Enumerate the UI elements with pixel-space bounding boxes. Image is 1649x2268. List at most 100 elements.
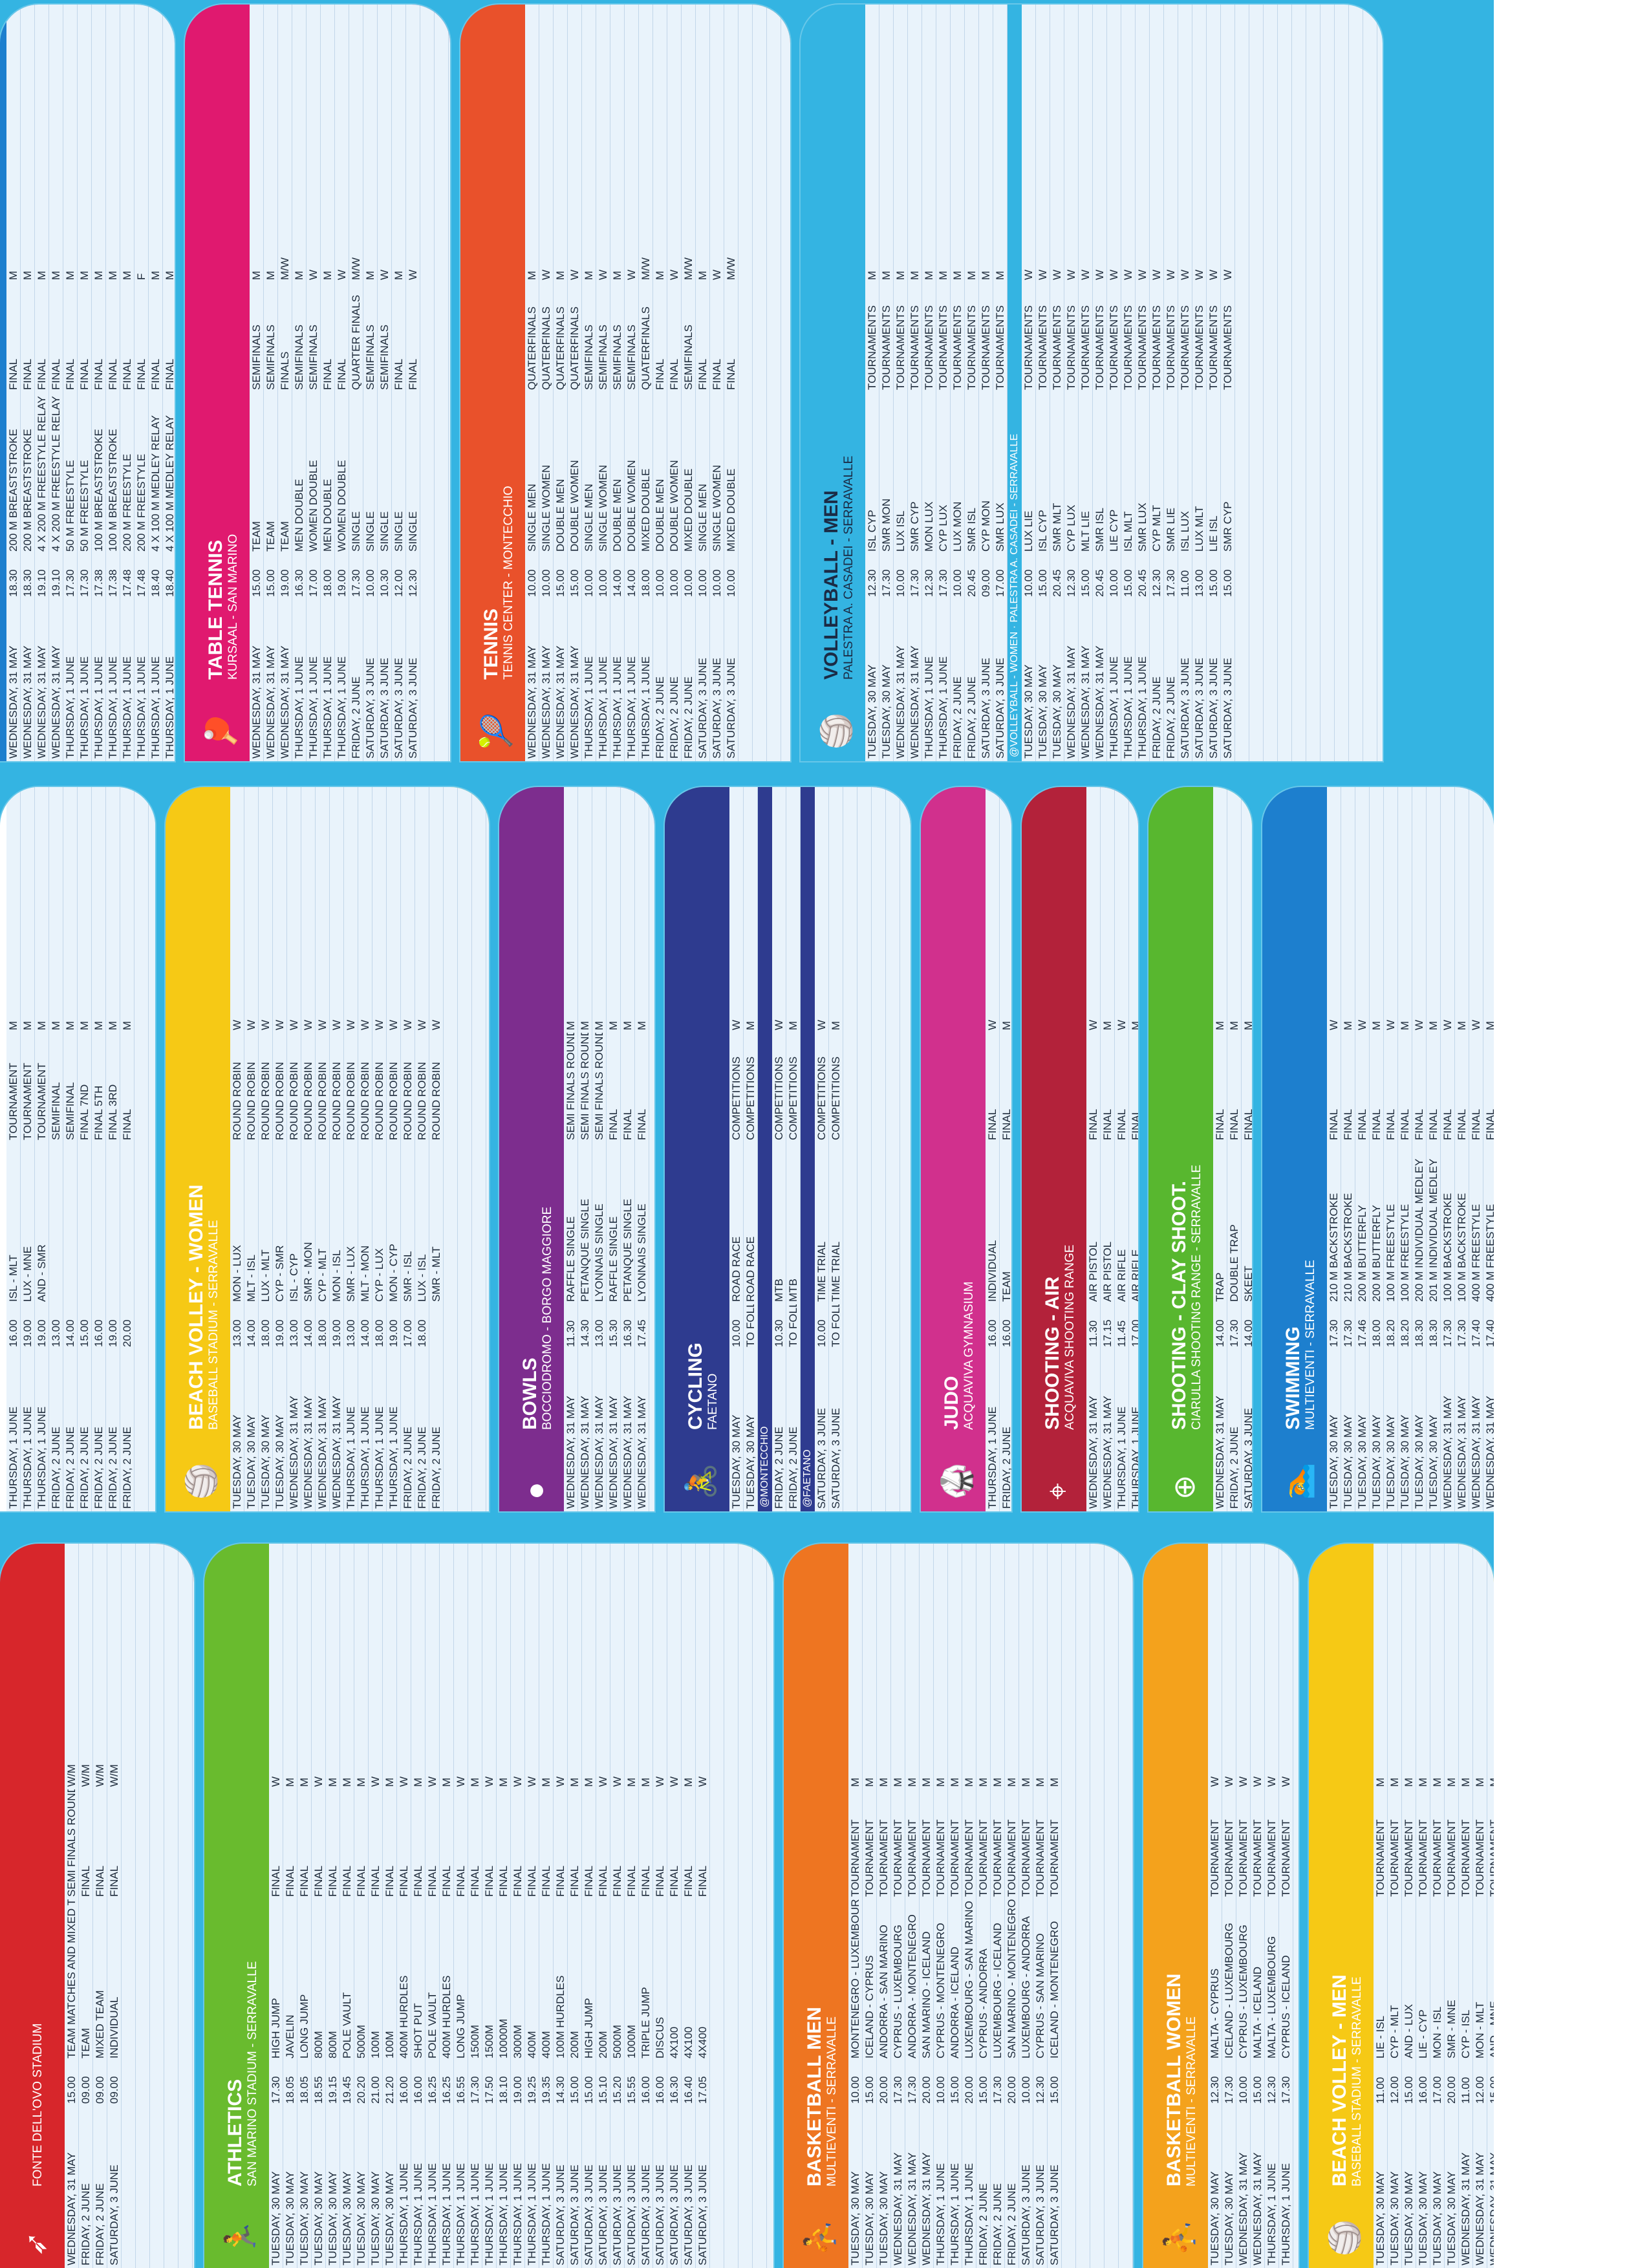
event-phase: FINAL — [108, 1865, 120, 1897]
event-date: TUESDAY, 30 MAY — [1374, 2171, 1386, 2266]
event-time: 15.00 — [977, 2076, 989, 2104]
event-time: 10.00 — [1020, 2076, 1032, 2104]
event-gender: M — [583, 1777, 595, 1787]
table-row: SATURDAY, 3 JUNE 10.00 TIME TRIAL COMPETITI… — [815, 787, 829, 1511]
event-gender: M — [830, 1021, 842, 1030]
event-name: CYPRUS - ANDORRA — [977, 1948, 989, 2058]
event-phase: TOURNAMENTS — [1150, 305, 1163, 390]
event-gender: M — [21, 270, 34, 280]
event-time: 17.30 — [1228, 1319, 1240, 1347]
event-date: WEDNESDAY, 31 MAY — [1488, 2152, 1494, 2265]
panel-venue: MULTIEVENTI - SERRAVALLE — [1185, 2016, 1198, 2187]
event-gender: M — [341, 1777, 353, 1787]
event-phase: FINAL — [341, 1865, 353, 1897]
table-row: SATURDAY, 3 JUNE 09.00 CYP MON TOURNAMENTS M — [979, 5, 993, 761]
event-name: 210 M BACKSTROKE — [1328, 1193, 1340, 1302]
event-phase: TOURNAMENTS — [909, 305, 921, 390]
panel-venue: BASEBALL STADIUM - SERRAVALLE — [207, 1220, 221, 1430]
event-time: 17.05 — [696, 2076, 709, 2104]
event-time: 17.30 — [1280, 2076, 1292, 2104]
event-time: 16.30 — [668, 2076, 680, 2104]
table-row: THURSDAY, 1 JUNE 10.00 SINGLE WOMEN SEMIFIN… — [596, 5, 610, 761]
table-row: TUESDAY, 30 MAY 18.30 200 M INDIVIDUAL MED… — [1412, 787, 1427, 1511]
event-time: 12.30 — [923, 569, 935, 597]
event-name: LUX - ISL — [416, 1254, 428, 1302]
event-gender: M — [625, 1777, 638, 1787]
event-gender: M — [654, 270, 666, 280]
event-time: 17.30 — [937, 569, 949, 597]
event-gender: W — [302, 1019, 314, 1030]
event-name: 200 M INDIVIDUAL MEDLEY — [1413, 1158, 1425, 1302]
event-gender: M — [892, 1777, 904, 1787]
event-date: THURSDAY, 1 JUNE — [336, 656, 348, 759]
event-phase: FINAL — [1484, 1108, 1494, 1140]
event-date: WEDNESDAY, 31 MAY — [36, 645, 48, 759]
event-time: 17.48 — [121, 569, 133, 597]
table-row: TUESDAY, 30 MAY 10.00 ROAD RACE COMPETITION… — [729, 787, 744, 1511]
event-gender: W — [1087, 1019, 1099, 1030]
event-gender: M — [1006, 1777, 1018, 1787]
table-row: SATURDAY, 3 JUNE 15.10 200M FINAL W — [596, 1544, 610, 2268]
event-gender: W — [259, 1019, 272, 1030]
event-gender: W — [668, 269, 680, 280]
event-time: 20.00 — [1006, 2076, 1018, 2104]
event-name: SMR - MNE — [1445, 2000, 1458, 2058]
event-name: 200 M BUTTERFLY — [1356, 1205, 1368, 1302]
event-gender: W — [387, 1019, 400, 1030]
event-time: 17.30 — [906, 2076, 918, 2104]
table-row: FRIDAY, 2 JUNE 17.30 SMR LIE TOURNAMENTS W — [1164, 5, 1178, 761]
event-name: SINGLE WOMEN — [711, 464, 723, 552]
event-date: FRIDAY, 2 JUNE — [402, 1427, 414, 1509]
table-row: SATURDAY, 3 JUNE 10.00 SINGLE MEN FINAL M — [696, 5, 710, 761]
event-phase: TOURNAMENT — [849, 1819, 861, 1897]
event-date: TUESDAY, 30 MAY — [1356, 1414, 1368, 1509]
event-date: WEDNESDAY, 31 MAY — [906, 2152, 918, 2265]
table-row: THURSDAY, 1 JUNE 17.30 50 M FREESTYLE FINAL… — [78, 5, 92, 761]
event-time: 16.00 — [92, 1319, 105, 1347]
event-date: TUESDAY, 30 MAY — [1037, 664, 1049, 759]
table-row: THURSDAY, 1 JUNE 14.00 DOUBLE MEN SEMIFINAL… — [610, 5, 625, 761]
schedule-column: ➶ FONTE DELL'OVO STADIUM WEDNESDAY, 31 MAY… — [0, 1544, 1494, 2268]
table-row: WEDNESDAY, 31 MAY 15.00 AND - MNE TOURNAMEN… — [1487, 1544, 1494, 2268]
clay-shooting-icon: ⊕ — [1167, 1474, 1201, 1500]
sport-panel-bowls: ● BOWLS BOCCIODROMO - BORGO MAGGIORE WEDNES… — [499, 787, 654, 1511]
event-name — [120, 1143, 135, 1304]
event-date: THURSDAY, 1 JUNE — [293, 656, 305, 759]
event-time: 18.20 — [1399, 1319, 1411, 1347]
event-gender: W — [1328, 1019, 1340, 1030]
sport-panel-judo: 🥋 JUDO ACQUAVIVA GYMNASIUM THURSDAY, 1 JUNE… — [921, 787, 1011, 1511]
table-row: THURSDAY, 1 JUNE 19.00 LUX - MNE TOURNAMENT… — [21, 787, 35, 1511]
event-name: HIGH JUMP — [583, 1998, 595, 2059]
event-gender: W — [307, 269, 319, 280]
event-time: 13.00 — [1193, 569, 1205, 597]
event-time: 15.00 — [78, 1319, 91, 1347]
event-gender: M — [1427, 1021, 1439, 1030]
table-row: TUESDAY, 30 MAY 17.30 ICELAND - LUXEMBOURG… — [1222, 1544, 1236, 2268]
event-time: 10.00 — [654, 569, 666, 597]
event-phase: COMPETITIONS — [730, 1056, 742, 1140]
event-name: 200M — [568, 2031, 581, 2058]
event-gender: W — [1237, 1776, 1249, 1787]
event-date: WEDNESDAY, 31 MAY — [892, 2152, 904, 2265]
event-name: SMR - ISL — [402, 1251, 414, 1302]
event-time: 18.00 — [416, 1319, 428, 1347]
event-gender: M/W — [640, 257, 652, 280]
event-gender: M — [107, 1021, 119, 1030]
event-gender: W — [373, 1019, 385, 1030]
sport-panel-volleyball: 🏐 VOLLEYBALL - MEN PALESTRA A. CASADEI - S… — [801, 5, 1383, 761]
event-name: DOUBLE WOMEN — [668, 460, 680, 552]
event-date: SATURDAY, 3 JUNE — [393, 658, 405, 759]
table-row: TUESDAY, 30 MAY 20.00 ANDORRA - SAN MARINO… — [877, 1544, 891, 2268]
event-date: TUESDAY, 30 MAY — [1388, 2171, 1401, 2266]
event-name: MIXED DOUBLE — [640, 468, 652, 552]
event-date: THURSDAY, 1 JUNE — [387, 1406, 400, 1509]
event-gender: M — [298, 1777, 310, 1787]
event-time: 18.00 — [640, 569, 652, 597]
event-phase: ROUND ROBIN — [316, 1062, 329, 1140]
event-gender: M — [1403, 1777, 1415, 1787]
event-gender: M — [1020, 1777, 1032, 1787]
event-date: SATURDAY, 3 JUNE — [407, 658, 419, 759]
event-gender: W — [402, 1019, 414, 1030]
event-phase: TOURNAMENTS — [951, 305, 964, 390]
beach-volley-icon: 🏐 — [1328, 2219, 1361, 2256]
